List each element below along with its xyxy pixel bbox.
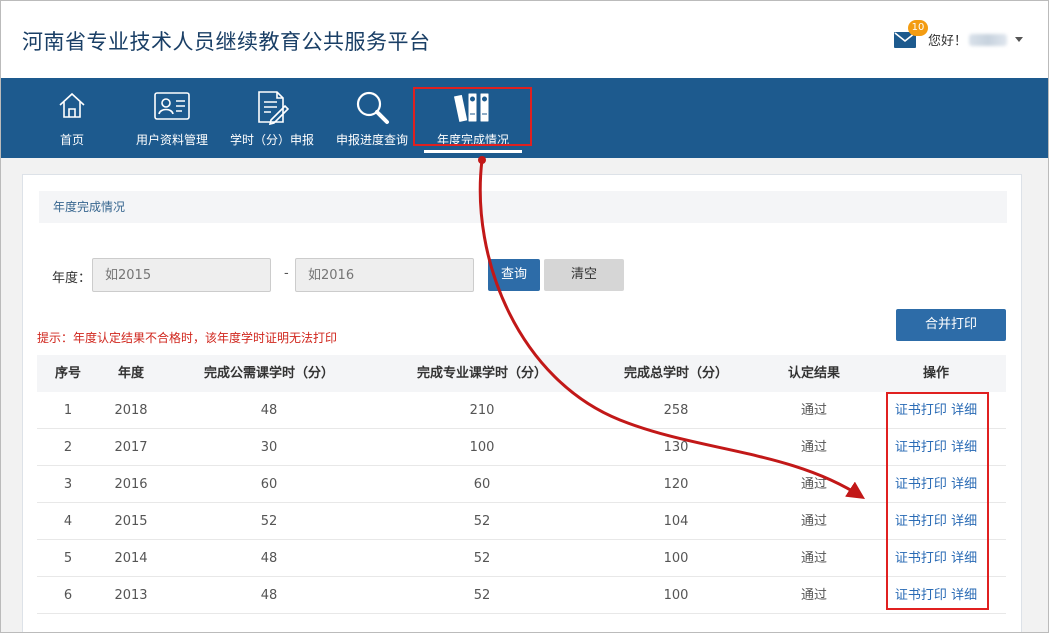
cell-result: 通过: [800, 588, 827, 603]
cell-result: 通过: [800, 440, 827, 455]
cell-no: 1: [63, 403, 73, 418]
actions-highlight-box: [886, 392, 989, 610]
home-icon: [57, 90, 87, 123]
header-professional-credits: 完成专业课学时（分）: [416, 366, 547, 381]
cell-result: 通过: [800, 477, 827, 492]
table-row: 5 2014 48 52 100 通过 证书打印 详细: [37, 540, 1006, 577]
cell-total-credits: 258: [663, 403, 689, 418]
table-header: 序号 年度 完成公需课学时（分） 完成专业课学时（分） 完成总学时（分） 认定结…: [37, 355, 1006, 392]
cell-total-credits: 100: [663, 551, 689, 566]
table-row: 1 2018 48 210 258 通过 证书打印 详细: [37, 392, 1006, 429]
cell-professional-credits: 52: [473, 588, 491, 603]
table-row: 4 2015 52 52 104 通过 证书打印 详细: [37, 503, 1006, 540]
cell-year: 2013: [114, 588, 148, 603]
cell-result: 通过: [800, 514, 827, 529]
nav-item-user-profile[interactable]: 用户资料管理: [130, 78, 214, 158]
user-area: 10 您好！: [893, 19, 1023, 49]
cell-total-credits: 100: [663, 588, 689, 603]
cell-no: 4: [63, 514, 73, 529]
table-row: 3 2016 60 60 120 通过 证书打印 详细: [37, 466, 1006, 503]
cell-year: 2018: [114, 403, 148, 418]
cell-result: 通过: [800, 551, 827, 566]
cell-public-credits: 60: [260, 477, 278, 492]
table-row: 2 2017 30 100 130 通过 证书打印 详细: [37, 429, 1006, 466]
cell-no: 5: [63, 551, 73, 566]
header-result: 认定结果: [787, 366, 840, 381]
cell-public-credits: 48: [260, 403, 278, 418]
cell-year: 2014: [114, 551, 148, 566]
clear-button[interactable]: 清空: [544, 259, 624, 291]
cell-public-credits: 48: [260, 551, 278, 566]
merge-print-button[interactable]: 合并打印: [896, 309, 1006, 341]
header-year: 年度: [117, 366, 144, 381]
cell-total-credits: 120: [663, 477, 689, 492]
nav-label-home: 首页: [59, 133, 84, 147]
cell-year: 2015: [114, 514, 148, 529]
nav-item-home[interactable]: 首页: [46, 78, 98, 158]
year-filter-label: 年度：: [52, 271, 92, 286]
cell-year: 2016: [114, 477, 148, 492]
cell-no: 6: [63, 588, 73, 603]
cell-no: 3: [63, 477, 73, 492]
user-menu-caret-icon[interactable]: [1015, 37, 1023, 42]
message-count-badge: 10: [907, 19, 928, 36]
header-no: 序号: [54, 366, 81, 381]
nav-label-user-profile: 用户资料管理: [135, 133, 208, 147]
cell-total-credits: 130: [663, 440, 689, 455]
magnifier-icon: [354, 90, 390, 129]
top-header: 河南省专业技术人员继续教育公共服务平台 10 您好！: [0, 0, 1049, 78]
nav-label-credit-declare: 学时（分）申报: [229, 133, 314, 147]
cell-year: 2017: [114, 440, 148, 455]
nav-highlight-box: [413, 87, 532, 146]
end-year-input[interactable]: [295, 258, 474, 292]
table-row: 6 2013 48 52 100 通过 证书打印 详细: [37, 577, 1006, 614]
nav-active-underline: [424, 150, 522, 153]
nav-item-credit-declare[interactable]: 学时（分）申报: [226, 78, 318, 158]
header-actions: 操作: [922, 366, 949, 381]
cell-professional-credits: 100: [469, 440, 495, 455]
document-pen-icon: [255, 90, 290, 129]
cell-professional-credits: 60: [473, 477, 491, 492]
user-name-blurred: [969, 33, 1007, 46]
cell-professional-credits: 52: [473, 514, 491, 529]
id-card-icon: [153, 90, 191, 125]
cell-result: 通过: [800, 403, 827, 418]
year-range-separator: -: [284, 266, 289, 281]
cell-professional-credits: 210: [469, 403, 495, 418]
site-title: 河南省专业技术人员继续教育公共服务平台: [22, 30, 431, 54]
tip-text: 提示：年度认定结果不合格时，该年度学时证明无法打印: [37, 331, 338, 345]
header-public-credits: 完成公需课学时（分）: [203, 366, 334, 381]
start-year-input[interactable]: [92, 258, 271, 292]
nav-item-progress-query[interactable]: 申报进度查询: [330, 78, 414, 158]
greeting-text: 您好！: [927, 34, 967, 49]
header-total-credits: 完成总学时（分）: [623, 366, 728, 381]
cell-no: 2: [63, 440, 73, 455]
panel-title: 年度完成情况: [39, 191, 1007, 223]
cell-public-credits: 30: [260, 440, 278, 455]
cell-professional-credits: 52: [473, 551, 491, 566]
cell-public-credits: 48: [260, 588, 278, 603]
nav-label-progress-query: 申报进度查询: [335, 133, 408, 147]
mail-icon[interactable]: 10: [893, 19, 928, 48]
query-button[interactable]: 查询: [488, 259, 540, 291]
cell-total-credits: 104: [663, 514, 689, 529]
cell-public-credits: 52: [260, 514, 278, 529]
